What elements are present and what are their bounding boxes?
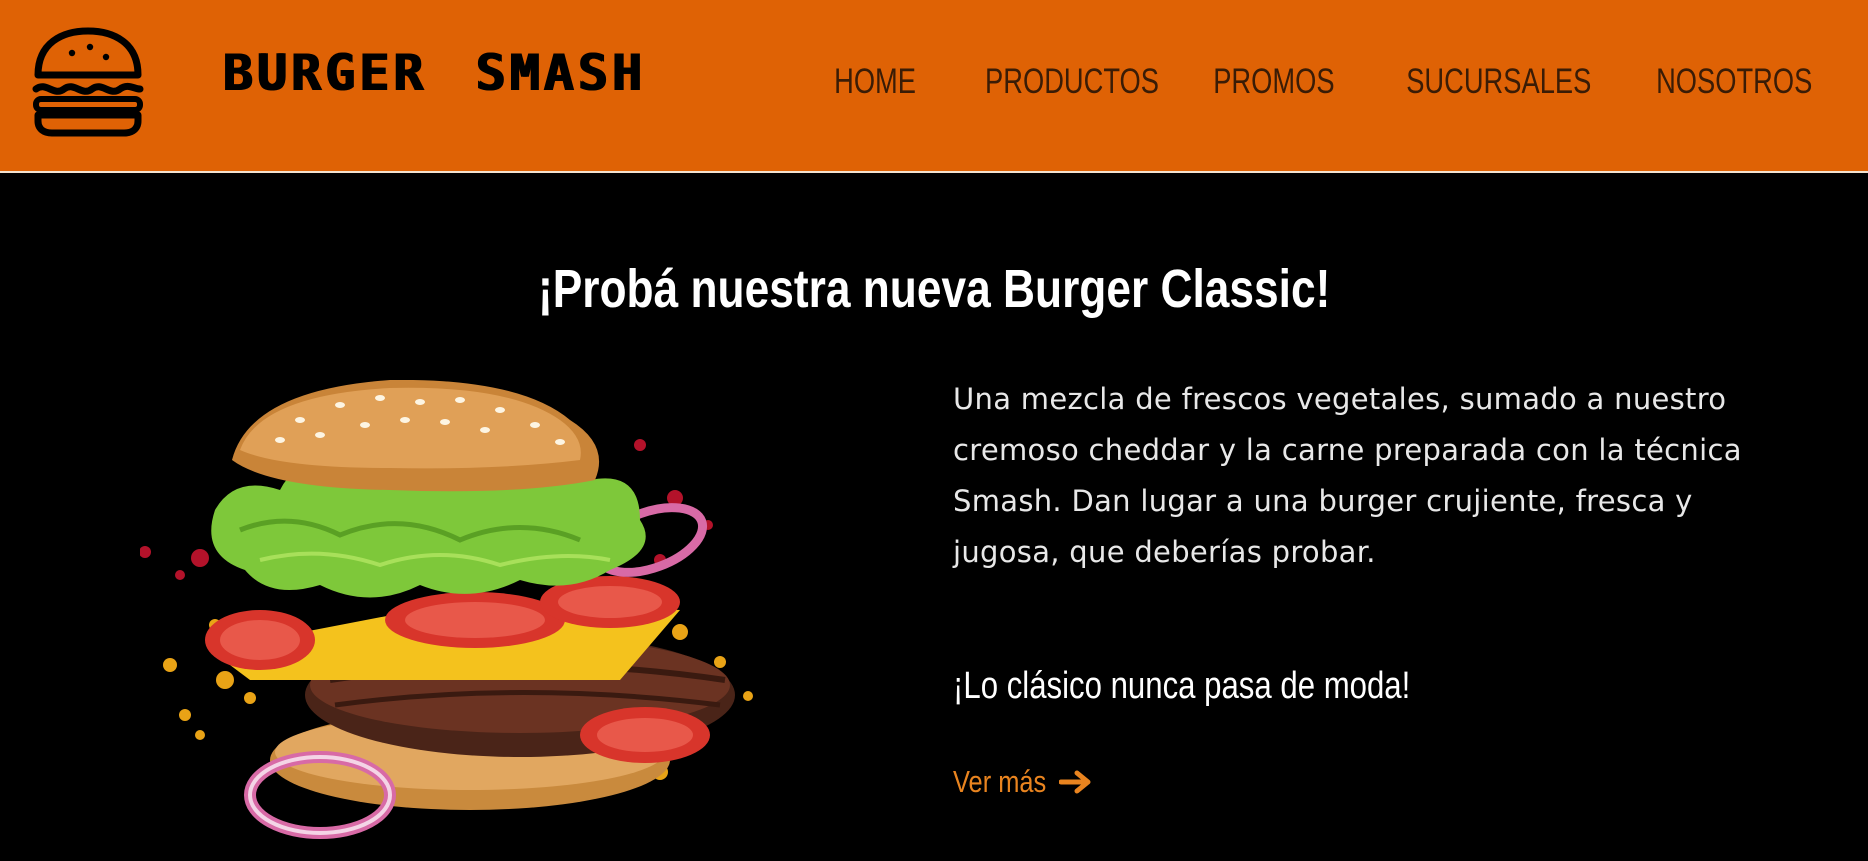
burger-image — [140, 380, 753, 839]
nav-sucursales[interactable]: SUCURSALES — [1407, 62, 1592, 102]
nav-productos[interactable]: PRODUCTOS — [985, 62, 1159, 102]
nav-nosotros[interactable]: NOSOTROS — [1656, 62, 1812, 102]
nav-promos[interactable]: PROMOS — [1213, 62, 1334, 102]
site-header: BURGER SMASH HOME PRODUCTOS PROMOS SUCUR… — [0, 0, 1868, 173]
burger-icon[interactable] — [32, 25, 144, 137]
nav-home[interactable]: HOME — [834, 62, 916, 102]
ver-mas-link[interactable]: Ver más — [953, 764, 1093, 800]
main-nav: HOME PRODUCTOS PROMOS SUCURSALES NOSOTRO… — [791, 62, 1812, 102]
brand-name[interactable]: BURGER SMASH — [222, 44, 645, 102]
hero-tagline: ¡Lo clásico nunca pasa de moda! — [953, 665, 1411, 707]
hero-title: ¡Probá nuestra nueva Burger Classic! — [537, 259, 1331, 319]
ver-mas-label[interactable]: Ver más — [953, 764, 1046, 800]
arrow-right-icon[interactable] — [1059, 770, 1093, 794]
hero-description: Una mezcla de frescos vegetales, sumado … — [953, 382, 1742, 569]
